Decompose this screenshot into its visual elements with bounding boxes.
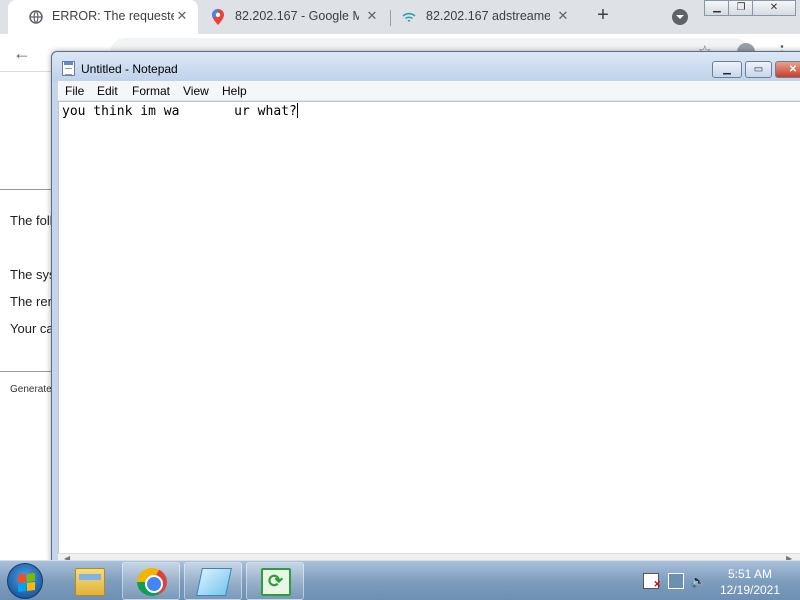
tab-title: ERROR: The requested URL could not be re… bbox=[52, 9, 174, 23]
start-button[interactable] bbox=[7, 563, 43, 599]
page-divider bbox=[0, 371, 52, 372]
clock-time[interactable]: 5:51 AM bbox=[722, 567, 778, 581]
action-center-flag-icon[interactable] bbox=[643, 573, 661, 592]
browser-close-button[interactable]: ✕ bbox=[752, 0, 796, 16]
notepad-titlebar[interactable]: Untitled - Notepad ▁ ▭ ✕ bbox=[52, 52, 800, 82]
taskbar: 🔈 5:51 AM 12/19/2021 bbox=[0, 560, 800, 600]
menu-edit[interactable]: Edit bbox=[97, 84, 118, 98]
error-line: The remote host or network may be down. … bbox=[10, 294, 52, 309]
maps-pin-icon bbox=[210, 9, 226, 25]
back-arrow-icon[interactable]: ← bbox=[12, 43, 32, 63]
menu-help[interactable]: Help bbox=[222, 84, 247, 98]
browser-restore-button[interactable]: ❐ bbox=[728, 0, 754, 16]
menu-view[interactable]: View bbox=[183, 84, 209, 98]
notepad-window: Untitled - Notepad ▁ ▭ ✕ File Edit Forma… bbox=[51, 51, 800, 563]
tab-title: 82.202.167 adstreamer bbox=[426, 9, 550, 23]
notepad-minimize-button[interactable]: ▁ bbox=[712, 61, 742, 78]
notepad-icon bbox=[196, 568, 232, 596]
error-line: Your cache administrator is webmaster. bbox=[10, 321, 52, 336]
chrome-icon bbox=[137, 568, 167, 596]
tab-error[interactable]: ERROR: The requested URL could not be re… bbox=[8, 0, 198, 34]
text-caret bbox=[296, 103, 298, 118]
browser-minimize-button[interactable]: ▁ bbox=[704, 0, 730, 16]
taskbar-chrome-button[interactable] bbox=[122, 562, 180, 600]
tab-close-icon[interactable]: ✕ bbox=[555, 8, 571, 24]
error-line: The following error was encountered whil… bbox=[10, 213, 52, 228]
notepad-text-area[interactable]: you think im wa ur what? bbox=[58, 101, 800, 553]
notepad-maximize-button[interactable]: ▭ bbox=[745, 61, 772, 78]
taskbar-refresh-app-button[interactable] bbox=[246, 562, 304, 600]
menu-format[interactable]: Format bbox=[132, 84, 170, 98]
tab-adstreamer[interactable]: 82.202.167 adstreamer ✕ bbox=[391, 0, 583, 34]
page-divider bbox=[0, 189, 52, 190]
page-footer: Generated bbox=[10, 384, 52, 395]
folder-icon bbox=[75, 568, 105, 596]
tab-close-icon[interactable]: ✕ bbox=[364, 8, 380, 24]
notepad-menubar: File Edit Format View Help bbox=[58, 81, 800, 101]
notepad-content[interactable]: you think im wa ur what? bbox=[62, 103, 298, 119]
tab-close-icon[interactable]: ✕ bbox=[174, 8, 190, 24]
error-line: The system returned: bbox=[10, 267, 52, 282]
refresh-icon bbox=[261, 568, 291, 596]
new-tab-button[interactable]: + bbox=[592, 5, 614, 27]
network-icon[interactable] bbox=[668, 573, 684, 589]
tab-search-icon[interactable] bbox=[672, 9, 688, 25]
taskbar-explorer-button[interactable] bbox=[60, 562, 118, 600]
tab-google-maps[interactable]: 82.202.167 - Google Maps ✕ bbox=[198, 0, 390, 34]
globe-icon bbox=[28, 9, 44, 25]
tab-strip: ERROR: The requested URL could not be re… bbox=[0, 0, 800, 34]
menu-file[interactable]: File bbox=[65, 84, 84, 98]
volume-icon[interactable]: 🔈 bbox=[690, 573, 706, 589]
taskbar-notepad-button[interactable] bbox=[184, 562, 242, 600]
windows-logo-icon bbox=[18, 573, 35, 592]
wifi-icon bbox=[401, 9, 417, 25]
notepad-close-button[interactable]: ✕ bbox=[775, 61, 800, 78]
notepad-title: Untitled - Notepad bbox=[81, 62, 178, 76]
notepad-icon bbox=[62, 61, 75, 76]
tab-title: 82.202.167 - Google Maps bbox=[235, 9, 359, 23]
clock-date[interactable]: 12/19/2021 bbox=[718, 583, 782, 597]
